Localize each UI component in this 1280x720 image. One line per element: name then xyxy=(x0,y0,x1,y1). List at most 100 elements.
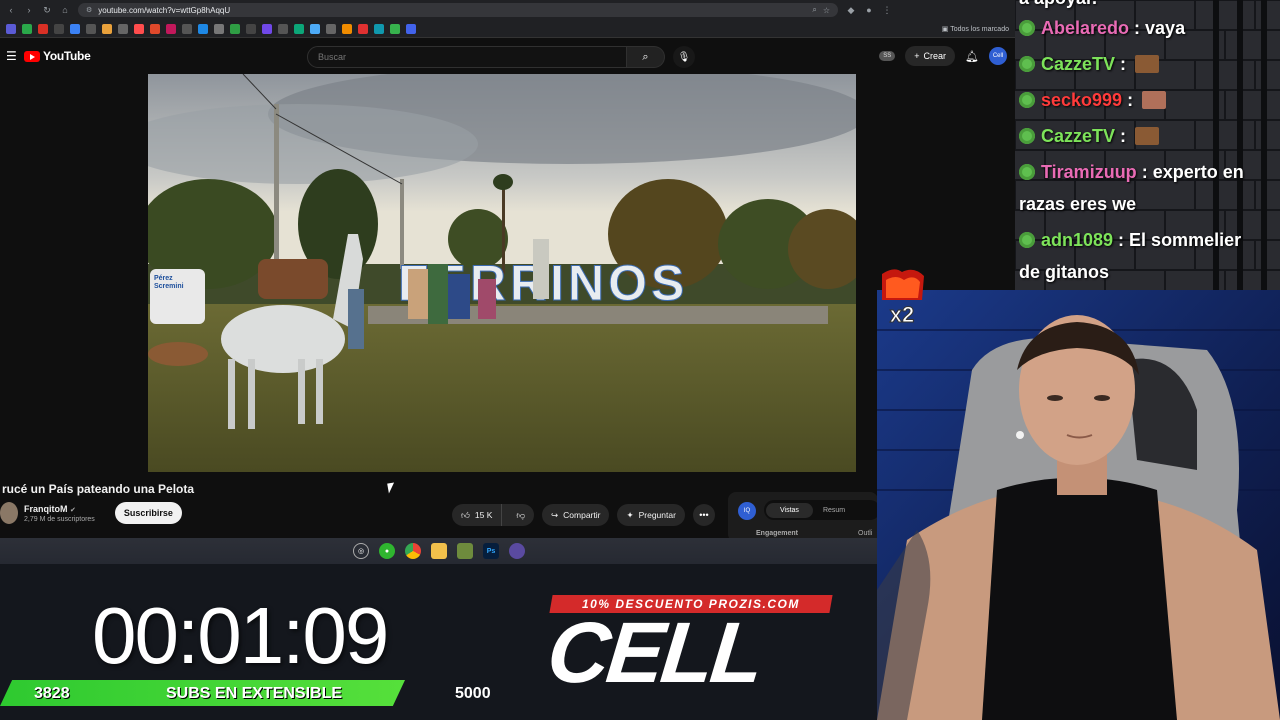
bookmarks-folder-label: Todos los marcado xyxy=(950,25,1009,33)
hamburger-menu-icon[interactable]: ☰ xyxy=(6,49,24,63)
subscribe-button[interactable]: Suscribirse xyxy=(114,502,182,524)
bookmarks-folder[interactable]: ▣ Todos los marcado xyxy=(942,25,1009,33)
chrome-icon[interactable] xyxy=(405,543,421,559)
subs-label: SUBS EN EXTENSIBLE xyxy=(166,685,343,702)
chat-text: El sommelier xyxy=(1129,230,1242,250)
bookmark-icon[interactable] xyxy=(294,23,304,34)
more-actions-button[interactable]: ••• xyxy=(692,504,715,526)
bookmark-icon[interactable] xyxy=(102,23,112,34)
webcam-feed xyxy=(877,290,1280,720)
back-icon[interactable]: ‹ xyxy=(6,5,16,15)
share-label: Compartir xyxy=(563,510,601,520)
search-input[interactable] xyxy=(307,46,627,68)
bookmark-icon[interactable] xyxy=(326,23,336,34)
like-count: 15 K xyxy=(474,510,493,520)
browser-menu-icon[interactable]: ⋮ xyxy=(882,5,892,16)
chat-message: Tiramizuup : experto en xyxy=(1019,162,1244,183)
subs-goal: 5000 xyxy=(455,685,491,702)
reload-icon[interactable]: ↻ xyxy=(42,5,52,16)
bookmark-icon[interactable] xyxy=(150,23,160,34)
extension-icon[interactable]: ◆ xyxy=(846,5,856,16)
xbox-icon[interactable]: ● xyxy=(379,543,395,559)
channel-name-text: FranqitoM xyxy=(24,503,68,514)
address-bar[interactable]: ⚙ youtube.com/watch?v=wttGp8hAqqU ⌕ ☆ xyxy=(78,3,838,17)
obs-icon[interactable] xyxy=(509,543,525,559)
zoom-icon[interactable]: ⌕ xyxy=(812,5,816,15)
home-icon[interactable]: ⌂ xyxy=(60,5,70,15)
bookmark-icon[interactable] xyxy=(390,23,400,34)
like-button[interactable]: 👍︎ 15 K xyxy=(452,504,503,526)
multiplier-badge: x2 xyxy=(874,266,930,328)
share-button[interactable]: ↪ Compartir xyxy=(542,504,610,526)
bookmark-icon[interactable] xyxy=(118,23,128,34)
profile-icon[interactable]: ● xyxy=(864,5,874,15)
bookmark-icon[interactable] xyxy=(358,23,368,34)
cursor-icon[interactable]: ◎ xyxy=(353,543,369,559)
youtube-play-icon xyxy=(24,50,40,62)
channel-name[interactable]: FranqitoM ✔ xyxy=(24,504,95,514)
bookmark-icon[interactable] xyxy=(166,23,176,34)
search-button[interactable]: ⌕ xyxy=(627,46,665,68)
tab-resumen[interactable]: Resum xyxy=(823,507,845,514)
minecraft-icon[interactable] xyxy=(457,543,473,559)
subathon-timer: 00:01:09 xyxy=(92,591,389,680)
ss-badge[interactable]: SS xyxy=(879,51,896,61)
bookmark-icon[interactable] xyxy=(262,23,272,34)
more-dots-icon: ••• xyxy=(699,510,709,520)
bookmark-icon[interactable] xyxy=(406,23,416,34)
bookmark-icon[interactable] xyxy=(134,23,144,34)
bookmark-icon[interactable] xyxy=(182,23,192,34)
chat-text: vaya xyxy=(1145,18,1186,38)
bookmark-icon[interactable] xyxy=(374,23,384,34)
video-title: rucé un País pateando una Pelota xyxy=(2,482,195,496)
extension-logo-icon[interactable]: IQ xyxy=(738,502,756,520)
chat-username[interactable]: CazzeTV xyxy=(1041,54,1115,74)
create-label: Crear xyxy=(923,51,947,61)
youtube-logo[interactable]: YouTube xyxy=(24,49,91,63)
dislike-button[interactable]: 👎︎ xyxy=(507,510,534,521)
chat-badge-icon xyxy=(1019,128,1035,144)
bookmark-icon[interactable] xyxy=(22,23,32,34)
bookmark-icon[interactable] xyxy=(70,23,80,34)
folder-icon[interactable] xyxy=(431,543,447,559)
chat-text: experto en xyxy=(1152,162,1244,182)
chat-username[interactable]: CazzeTV xyxy=(1041,126,1115,146)
notifications-bell-icon[interactable]: 🔔︎ xyxy=(965,50,979,63)
create-button[interactable]: + Crear xyxy=(905,46,956,66)
bookmark-icon[interactable] xyxy=(246,23,256,34)
bookmark-icon[interactable] xyxy=(54,23,64,34)
subs-current: 3828 xyxy=(34,685,70,702)
voice-search-button[interactable]: 🎙 xyxy=(673,46,695,68)
bookmark-icon[interactable] xyxy=(230,23,240,34)
channel-avatar[interactable] xyxy=(0,502,18,524)
chat-message-continued: de gitanos xyxy=(1019,262,1110,282)
photoshop-icon[interactable]: Ps xyxy=(483,543,499,559)
tab-vistas[interactable]: Vistas xyxy=(766,502,813,518)
emote-icon xyxy=(1135,127,1160,145)
bookmark-icon[interactable] xyxy=(310,23,320,34)
header-actions: SS + Crear 🔔︎ Cell xyxy=(879,46,1007,66)
account-avatar[interactable]: Cell xyxy=(989,47,1007,65)
chat-username[interactable]: Abelaredo xyxy=(1041,18,1129,38)
site-info-icon[interactable]: ⚙ xyxy=(86,6,92,14)
multiplier-text: x2 xyxy=(890,302,914,326)
bookmark-icon[interactable] xyxy=(278,23,288,34)
ask-button[interactable]: ✦ Preguntar xyxy=(617,504,685,526)
bookmark-icon[interactable] xyxy=(86,23,96,34)
bookmark-icon[interactable] xyxy=(6,23,16,34)
chat-username[interactable]: adn1089 xyxy=(1041,230,1113,250)
chat-username[interactable]: Tiramizuup xyxy=(1041,162,1137,182)
video-player[interactable]: FERRINOS Pérez Scremini xyxy=(148,74,856,472)
bookmark-icon[interactable] xyxy=(214,23,224,34)
chat-message-continued: razas eres we xyxy=(1019,194,1137,214)
chat-username[interactable]: secko999 xyxy=(1041,90,1122,110)
emote-icon xyxy=(1135,55,1160,73)
sparkle-icon: ✦ xyxy=(626,509,634,520)
bookmark-icon[interactable] xyxy=(198,23,208,34)
forward-icon[interactable]: › xyxy=(24,5,34,15)
bookmark-star-icon[interactable]: ☆ xyxy=(823,6,830,15)
bookmark-icon[interactable] xyxy=(342,23,352,34)
panel-tabs: Vistas Resum xyxy=(764,500,880,520)
chat-message: CazzeTV : xyxy=(1019,126,1160,147)
bookmark-icon[interactable] xyxy=(38,23,48,34)
